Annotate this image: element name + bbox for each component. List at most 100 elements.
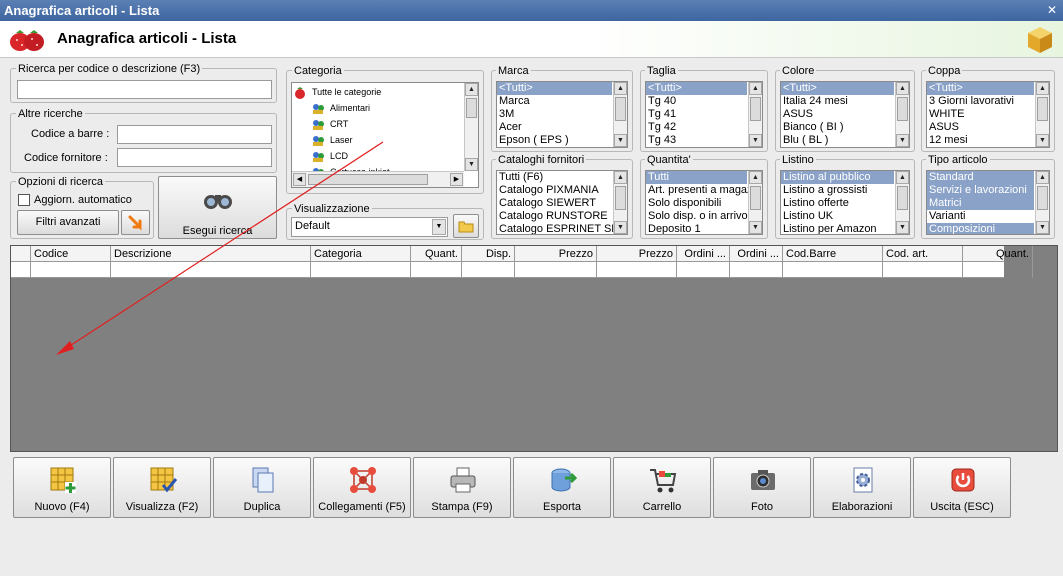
list-item[interactable]: Varianti xyxy=(927,210,1034,223)
filter-vscroll-cataloghi[interactable]: ▲ ▼ xyxy=(613,171,627,234)
open-view-button[interactable] xyxy=(453,214,479,238)
table-cell[interactable] xyxy=(515,262,597,278)
table-cell[interactable] xyxy=(963,262,1033,278)
supplier-code-input[interactable] xyxy=(117,148,272,167)
scroll-up-icon[interactable]: ▲ xyxy=(614,171,627,184)
scroll-thumb[interactable] xyxy=(750,186,761,210)
table-cell[interactable] xyxy=(11,262,31,278)
scroll-up-icon[interactable]: ▲ xyxy=(614,82,627,95)
list-item[interactable]: Art. presenti a magazzino xyxy=(646,184,762,197)
scroll-left-icon[interactable]: ◀ xyxy=(293,173,306,186)
list-item[interactable]: <Tutti> xyxy=(781,82,894,95)
uscita-button[interactable]: Uscita (ESC) xyxy=(913,457,1011,518)
column-header[interactable]: Quant. xyxy=(963,246,1033,262)
scroll-up-icon[interactable]: ▲ xyxy=(896,171,909,184)
list-item[interactable]: Deposito 1 xyxy=(646,223,747,234)
list-item[interactable]: ASUS xyxy=(781,108,894,121)
filter-list-marca[interactable]: <Tutti> Marca 3M Acer Epson ( EPS ) ▲ ▼ xyxy=(496,81,628,148)
code-desc-input[interactable] xyxy=(17,80,272,99)
nuovo-button[interactable]: Nuovo (F4) xyxy=(13,457,111,518)
category-tree[interactable]: Tutte le categorieAlimentariCRTLaserLCDC… xyxy=(291,82,479,188)
foto-button[interactable]: Foto xyxy=(713,457,811,518)
close-icon[interactable]: ✕ xyxy=(1047,3,1057,18)
list-item[interactable]: Solo disponibili xyxy=(646,197,747,210)
list-item[interactable]: Solo disp. o in arrivo xyxy=(646,210,748,223)
esporta-button[interactable]: Esporta xyxy=(513,457,611,518)
filter-vscroll-taglia[interactable]: ▲ ▼ xyxy=(748,82,762,147)
list-item[interactable]: <Tutti> xyxy=(927,82,1034,95)
column-header[interactable]: Prezzo xyxy=(597,246,677,262)
filter-vscroll-coppa[interactable]: ▲ ▼ xyxy=(1035,82,1049,147)
table-cell[interactable] xyxy=(462,262,515,278)
filter-list-tipo[interactable]: Standard Servizi e lavorazioni Matrici Vari… xyxy=(926,170,1050,235)
list-item[interactable]: Tg 43 xyxy=(646,134,747,147)
scroll-thumb[interactable] xyxy=(897,97,908,121)
list-item[interactable]: Catalogo SIEWERT xyxy=(497,197,612,210)
list-item[interactable]: Italia 24 mesi xyxy=(781,95,894,108)
table-cell[interactable] xyxy=(411,262,462,278)
filter-list-colore[interactable]: <Tutti> Italia 24 mesi ASUS Bianco ( BI ) Bl… xyxy=(780,81,910,148)
category-item[interactable]: Tutte le categorie xyxy=(294,84,381,100)
elaborazioni-button[interactable]: Elaborazioni xyxy=(813,457,911,518)
table-cell[interactable] xyxy=(677,262,730,278)
column-header[interactable]: Prezzo xyxy=(515,246,597,262)
category-item[interactable]: LCD xyxy=(312,148,348,164)
carrello-button[interactable]: Carrello xyxy=(613,457,711,518)
category-vscroll[interactable]: ▲ ▼ xyxy=(464,83,478,171)
table-cell[interactable] xyxy=(883,262,963,278)
list-item[interactable]: Matrici xyxy=(927,197,1034,210)
list-item[interactable]: Tg 42 xyxy=(646,121,747,134)
execute-search-button[interactable]: Esegui ricerca xyxy=(158,176,277,239)
category-item[interactable]: CRT xyxy=(312,116,348,132)
column-header[interactable]: Ordini ... xyxy=(677,246,730,262)
filter-vscroll-marca[interactable]: ▲ ▼ xyxy=(613,82,627,147)
filter-list-taglia[interactable]: <Tutti> Tg 40 Tg 41 Tg 42 Tg 43 ▲ ▼ xyxy=(645,81,763,148)
list-item[interactable]: Tg 41 xyxy=(646,108,747,121)
filter-list-listino[interactable]: Listino al pubblico Listino a grossisti Li… xyxy=(780,170,910,235)
list-item[interactable]: Listino offerte xyxy=(781,197,894,210)
list-item[interactable]: <Tutti> xyxy=(646,82,747,95)
scroll-down-icon[interactable]: ▼ xyxy=(614,221,627,234)
column-header[interactable]: Codice xyxy=(31,246,111,262)
scroll-thumb[interactable] xyxy=(615,186,626,210)
list-item[interactable]: Listino al pubblico xyxy=(781,171,894,184)
table-cell[interactable] xyxy=(31,262,111,278)
scroll-up-icon[interactable]: ▲ xyxy=(896,82,909,95)
list-item[interactable]: Acer xyxy=(497,121,612,134)
articles-grid[interactable]: Codice Descrizione Categoria Quant. Disp. Pre… xyxy=(10,245,1058,452)
column-header[interactable] xyxy=(11,246,31,262)
list-item[interactable]: Catalogo RUNSTORE xyxy=(497,210,612,223)
filter-vscroll-quantita[interactable]: ▲ ▼ xyxy=(748,171,762,234)
list-item[interactable]: Tg 40 xyxy=(646,95,747,108)
advanced-filters-button[interactable]: Filtri avanzati xyxy=(17,210,119,235)
list-item[interactable]: 12 mesi xyxy=(927,134,1034,147)
list-item[interactable]: Catalogo PIXMANIA xyxy=(497,184,612,197)
scroll-down-icon[interactable]: ▼ xyxy=(614,134,627,147)
list-item[interactable]: Catalogo ESPRINET SPA xyxy=(497,223,625,234)
list-item[interactable]: Composizioni xyxy=(927,223,1034,234)
barcode-input[interactable] xyxy=(117,125,272,144)
scroll-down-icon[interactable]: ▼ xyxy=(1036,134,1049,147)
scroll-down-icon[interactable]: ▼ xyxy=(749,134,762,147)
filter-list-quantita[interactable]: Tutti Art. presenti a magazzino Solo dispo… xyxy=(645,170,763,235)
duplica-button[interactable]: Duplica xyxy=(213,457,311,518)
list-item[interactable]: 3 Giorni lavorativi xyxy=(927,95,1034,108)
scroll-up-icon[interactable]: ▲ xyxy=(465,83,478,96)
list-item[interactable]: 3M xyxy=(497,108,612,121)
column-header[interactable]: Disp. xyxy=(462,246,515,262)
visualizza-button[interactable]: Visualizza (F2) xyxy=(113,457,211,518)
collegamenti-button[interactable]: Collegamenti (F5) xyxy=(313,457,411,518)
scroll-thumb[interactable] xyxy=(466,98,477,118)
scroll-right-icon[interactable]: ▶ xyxy=(450,173,463,186)
list-item[interactable]: Tutti xyxy=(646,171,747,184)
table-row[interactable] xyxy=(11,262,1033,278)
scroll-thumb[interactable] xyxy=(897,186,908,210)
hscroll-thumb[interactable] xyxy=(308,174,428,185)
list-item[interactable]: ASUS xyxy=(927,121,1034,134)
column-header[interactable]: Descrizione xyxy=(111,246,311,262)
scroll-down-icon[interactable]: ▼ xyxy=(1036,221,1049,234)
category-item[interactable]: Alimentari xyxy=(312,100,370,116)
list-item[interactable]: Marca xyxy=(497,95,612,108)
table-cell[interactable] xyxy=(730,262,783,278)
list-item[interactable]: <Tutti> xyxy=(497,82,612,95)
